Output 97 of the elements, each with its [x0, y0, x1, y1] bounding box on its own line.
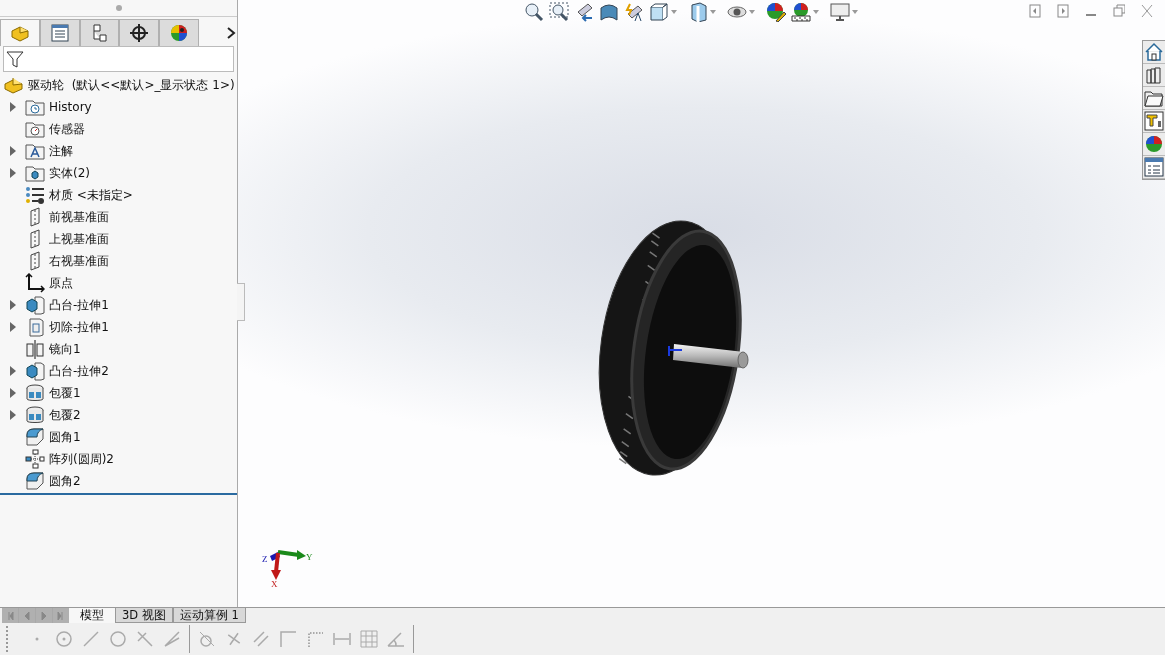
previous-icon[interactable] — [1029, 4, 1041, 18]
tree-item[interactable]: 注解 — [47, 142, 73, 160]
palette-tab[interactable] — [1143, 110, 1165, 133]
custom-properties-icon — [1144, 157, 1164, 177]
sensor-icon — [25, 119, 45, 139]
part-name[interactable]: 驱动轮 (默认<<默认>_显示状态 1>) — [28, 76, 235, 94]
y-axis-label: Y — [306, 552, 313, 562]
tree-item[interactable]: 原点 — [47, 274, 73, 292]
display-style-icon — [688, 2, 708, 22]
books-tab[interactable] — [1143, 64, 1165, 87]
view-tab[interactable]: 模型 — [69, 608, 115, 623]
fillet-icon — [25, 471, 45, 491]
display-style-button[interactable] — [688, 2, 716, 22]
z-axis-label: Z — [262, 554, 268, 564]
fillet-icon — [25, 427, 45, 447]
dynamic-annotation-icon — [624, 2, 644, 22]
tree-item[interactable]: 切除-拉伸1 — [47, 318, 109, 336]
apply-scene-button[interactable] — [791, 2, 819, 22]
next-icon[interactable] — [1057, 4, 1069, 18]
tree-item[interactable]: 凸台-拉伸2 — [47, 362, 109, 380]
tree-item[interactable]: 实体(2) — [47, 164, 90, 182]
tree-item[interactable]: 材质 <未指定> — [47, 186, 133, 204]
tree-item[interactable]: 前视基准面 — [47, 208, 109, 226]
filter-field[interactable] — [3, 46, 234, 72]
dimxpert-icon — [129, 23, 150, 43]
view-orientation-button[interactable] — [649, 2, 677, 22]
expand-arrow-icon[interactable] — [9, 168, 16, 178]
close-icon[interactable] — [1141, 4, 1153, 18]
x-axis-arrow — [271, 552, 281, 580]
expand-arrow-icon[interactable] — [9, 102, 16, 112]
edit-appearance-button[interactable] — [766, 2, 786, 22]
annotation-icon — [25, 141, 45, 161]
tree-item[interactable]: 包覆1 — [47, 384, 81, 402]
panel-grip[interactable] — [115, 5, 122, 11]
dropdown-caret-icon — [852, 10, 858, 14]
section-view-icon — [599, 2, 619, 22]
filter-icon — [6, 50, 24, 68]
books-icon — [1144, 65, 1164, 85]
tree-item[interactable]: 包覆2 — [47, 406, 81, 424]
material-icon — [25, 185, 45, 205]
dropdown-caret-icon — [710, 10, 716, 14]
dynamic-annotation-button[interactable] — [624, 2, 644, 22]
dropdown-caret-icon — [671, 10, 677, 14]
restore-icon[interactable] — [1113, 4, 1125, 18]
tree-item[interactable]: 圆角1 — [47, 428, 81, 446]
tree-item[interactable]: 传感器 — [47, 120, 85, 138]
part-icon — [4, 76, 24, 94]
expand-arrow-icon[interactable] — [9, 366, 16, 376]
history-icon — [25, 97, 45, 117]
tree-item[interactable]: 凸台-拉伸1 — [47, 296, 109, 314]
view-tab[interactable]: 运动算例 1 — [172, 608, 246, 623]
extrude-icon — [25, 361, 45, 381]
palette-icon — [1144, 111, 1164, 131]
expand-arrow-icon[interactable] — [9, 410, 16, 420]
tree-item[interactable]: 阵列(圆周)2 — [47, 450, 114, 468]
custom-properties-tab[interactable] — [1143, 156, 1165, 179]
expand-arrow-icon[interactable] — [9, 300, 16, 310]
expand-arrow-icon[interactable] — [9, 322, 16, 332]
tree-item[interactable]: 右视基准面 — [47, 252, 109, 270]
view-tab[interactable]: 3D 视图 — [115, 608, 173, 623]
zoom-area-button[interactable] — [549, 2, 569, 22]
tree-item[interactable]: History — [47, 100, 92, 114]
tree-item[interactable]: 镜向1 — [47, 340, 81, 358]
display-manager-icon — [169, 23, 190, 43]
origin-icon — [25, 273, 45, 293]
zoom-to-fit-button[interactable] — [524, 2, 544, 22]
tree-item[interactable]: 上视基准面 — [47, 230, 109, 248]
monitor-button[interactable] — [830, 2, 858, 22]
wrap-icon — [25, 383, 45, 403]
expand-arrow-icon[interactable] — [9, 146, 16, 156]
mirror-icon — [25, 339, 45, 359]
zoom-to-fit-icon — [524, 2, 544, 22]
z-axis-arrow — [270, 552, 280, 561]
home-icon — [1144, 42, 1164, 62]
pattern-icon — [25, 449, 45, 469]
home-tab[interactable] — [1143, 41, 1165, 64]
x-axis-label: X — [271, 579, 278, 589]
zoom-area-icon — [549, 2, 569, 22]
apply-scene-icon — [791, 2, 811, 22]
y-axis-arrow — [277, 550, 306, 560]
panel-tab[interactable] — [119, 19, 160, 46]
expand-arrow-icon[interactable] — [9, 388, 16, 398]
wrap-icon — [25, 405, 45, 425]
dropdown-caret-icon — [749, 10, 755, 14]
panel-collapse-handle[interactable] — [237, 283, 245, 321]
extrude-icon — [25, 295, 45, 315]
property-manager-icon — [49, 23, 70, 43]
section-view-button[interactable] — [599, 2, 619, 22]
tree-item[interactable]: 圆角2 — [47, 472, 81, 490]
panel-tab[interactable] — [159, 19, 200, 46]
appearance-tab[interactable] — [1143, 133, 1165, 156]
view-orientation-icon — [649, 2, 669, 22]
appearance-icon — [1144, 134, 1164, 154]
edit-appearance-icon — [766, 2, 786, 22]
monitor-icon — [830, 2, 850, 22]
dropdown-caret-icon — [813, 10, 819, 14]
solid-icon — [25, 163, 45, 183]
